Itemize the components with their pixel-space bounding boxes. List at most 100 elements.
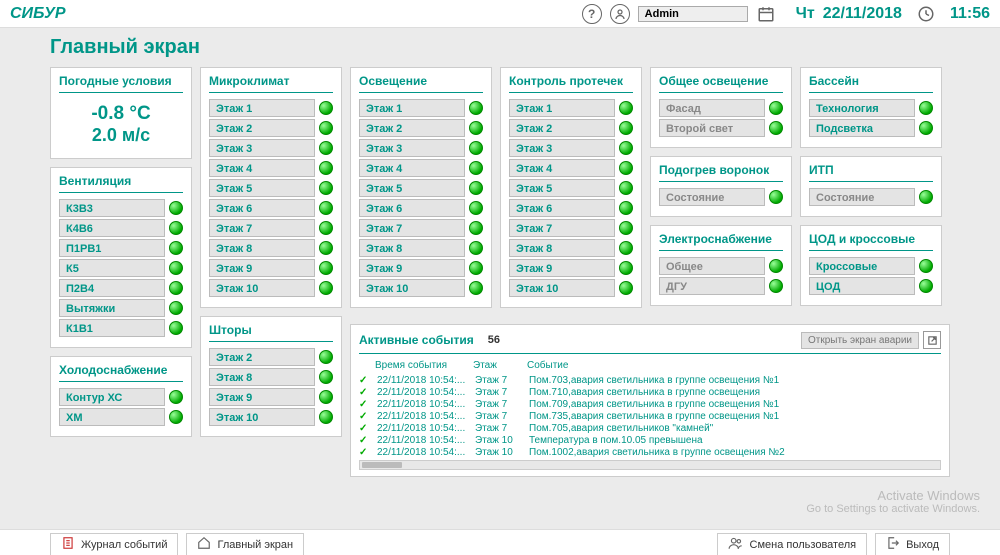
item-button[interactable]: Подсветка <box>809 119 915 137</box>
item-button[interactable]: Этаж 7 <box>509 219 615 237</box>
item-button[interactable]: Этаж 9 <box>509 259 615 277</box>
item-button[interactable]: Этаж 4 <box>509 159 615 177</box>
leak-panel: Контроль протечек Этаж 1Этаж 2Этаж 3Этаж… <box>500 67 642 308</box>
status-dot-icon <box>469 101 483 115</box>
list-item: Этаж 7 <box>359 219 483 237</box>
list-item: Этаж 10 <box>209 408 333 426</box>
item-button[interactable]: Фасад <box>659 99 765 117</box>
item-button[interactable]: Этаж 6 <box>209 199 315 217</box>
event-floor: Этаж 7 <box>475 399 521 410</box>
item-button[interactable]: Этаж 2 <box>359 119 465 137</box>
item-button[interactable]: Этаж 2 <box>509 119 615 137</box>
item-button[interactable]: Этаж 9 <box>209 259 315 277</box>
status-dot-icon <box>469 241 483 255</box>
weather-temp: -0.8 °C <box>59 103 183 125</box>
event-row[interactable]: ✓22/11/2018 10:54:...Этаж 7Пом.703,авари… <box>359 374 941 386</box>
status-dot-icon <box>619 141 633 155</box>
item-button[interactable]: Этаж 4 <box>209 159 315 177</box>
item-button[interactable]: Вытяжки <box>59 299 165 317</box>
status-dot-icon <box>319 370 333 384</box>
item-button[interactable]: Этаж 3 <box>509 139 615 157</box>
events-panel: Активные события 56 Открыть экран аварии… <box>350 324 950 477</box>
item-button[interactable]: Этаж 6 <box>509 199 615 217</box>
item-button[interactable]: Этаж 7 <box>359 219 465 237</box>
tab-change-user[interactable]: Смена пользователя <box>717 533 868 555</box>
item-button[interactable]: Этаж 5 <box>359 179 465 197</box>
item-button[interactable]: Контур ХС <box>59 388 165 406</box>
event-row[interactable]: ✓22/11/2018 10:54:...Этаж 7Пом.735,авари… <box>359 410 941 422</box>
events-columns: Время события Этаж Событие <box>359 358 941 374</box>
item-button[interactable]: Этаж 10 <box>509 279 615 297</box>
tab-exit[interactable]: Выход <box>875 533 950 555</box>
status-dot-icon <box>469 181 483 195</box>
item-button[interactable]: ДГУ <box>659 277 765 295</box>
item-button[interactable]: Этаж 7 <box>209 219 315 237</box>
item-button[interactable]: Общее <box>659 257 765 275</box>
item-button[interactable]: Кроссовые <box>809 257 915 275</box>
item-button[interactable]: Этаж 2 <box>209 119 315 137</box>
event-row[interactable]: ✓22/11/2018 10:54:...Этаж 7Пом.710,авари… <box>359 386 941 398</box>
item-button[interactable]: Этаж 9 <box>359 259 465 277</box>
item-button[interactable]: Этаж 5 <box>209 179 315 197</box>
item-button[interactable]: Этаж 8 <box>359 239 465 257</box>
item-button[interactable]: Технология <box>809 99 915 117</box>
user-field[interactable] <box>638 6 748 22</box>
item-button[interactable]: Этаж 1 <box>209 99 315 117</box>
item-button[interactable]: Этаж 10 <box>209 279 315 297</box>
item-button[interactable]: Этаж 8 <box>209 368 315 386</box>
events-count: 56 <box>488 334 500 346</box>
help-icon[interactable]: ? <box>582 4 602 24</box>
event-row[interactable]: ✓22/11/2018 10:54:...Этаж 10Температура … <box>359 434 941 446</box>
item-button[interactable]: Этаж 3 <box>209 139 315 157</box>
item-button[interactable]: Этаж 1 <box>359 99 465 117</box>
item-button[interactable]: ХМ <box>59 408 165 426</box>
tab-main[interactable]: Главный экран <box>186 533 304 555</box>
item-button[interactable]: Второй свет <box>659 119 765 137</box>
item-button[interactable]: Этаж 1 <box>509 99 615 117</box>
event-msg: Пом.703,авария светильника в группе осве… <box>529 375 941 386</box>
item-button[interactable]: Этаж 8 <box>509 239 615 257</box>
event-row[interactable]: ✓22/11/2018 10:54:...Этаж 10Пом.1002,ава… <box>359 446 941 458</box>
item-button[interactable]: Этаж 5 <box>509 179 615 197</box>
item-button[interactable]: Этаж 2 <box>209 348 315 366</box>
item-button[interactable]: Этаж 8 <box>209 239 315 257</box>
list-item: Общее <box>659 257 783 275</box>
item-button[interactable]: Этаж 10 <box>359 279 465 297</box>
popout-icon[interactable] <box>923 331 941 349</box>
tab-journal[interactable]: Журнал событий <box>50 533 178 555</box>
item-button[interactable]: Этаж 4 <box>359 159 465 177</box>
item-button[interactable]: К3В3 <box>59 199 165 217</box>
item-button[interactable]: Этаж 3 <box>359 139 465 157</box>
event-floor: Этаж 7 <box>475 411 521 422</box>
event-row[interactable]: ✓22/11/2018 10:54:...Этаж 7Пом.705,авари… <box>359 422 941 434</box>
item-button[interactable]: Этаж 10 <box>209 408 315 426</box>
status-dot-icon <box>169 281 183 295</box>
list-item: Этаж 3 <box>359 139 483 157</box>
calendar-icon[interactable] <box>756 4 776 24</box>
list-item: Этаж 7 <box>509 219 633 237</box>
events-h-scrollbar[interactable] <box>359 460 941 470</box>
item-button[interactable]: К5 <box>59 259 165 277</box>
item-button[interactable]: К4В6 <box>59 219 165 237</box>
col-event: Событие <box>527 360 941 371</box>
item-button[interactable]: ЦОД <box>809 277 915 295</box>
item-button[interactable]: Состояние <box>659 188 765 206</box>
item-button[interactable]: К1В1 <box>59 319 165 337</box>
item-button[interactable]: Этаж 6 <box>359 199 465 217</box>
item-button[interactable]: П1РВ1 <box>59 239 165 257</box>
event-row[interactable]: ✓22/11/2018 10:54:...Этаж 7Пом.709,авари… <box>359 398 941 410</box>
tab-change-user-label: Смена пользователя <box>750 539 857 551</box>
events-body[interactable]: ✓22/11/2018 10:54:...Этаж 7Пом.703,авари… <box>359 374 941 458</box>
power-title: Электроснабжение <box>659 232 783 251</box>
user-icon[interactable] <box>610 4 630 24</box>
item-button[interactable]: Состояние <box>809 188 915 206</box>
list-item: Этаж 10 <box>209 279 333 297</box>
item-button[interactable]: П2В4 <box>59 279 165 297</box>
open-alarm-button[interactable]: Открыть экран аварии <box>801 332 919 349</box>
status-dot-icon <box>619 121 633 135</box>
cooling-title: Холодоснабжение <box>59 363 183 382</box>
list-item: Этаж 6 <box>359 199 483 217</box>
list-item: Второй свет <box>659 119 783 137</box>
item-button[interactable]: Этаж 9 <box>209 388 315 406</box>
event-time: 22/11/2018 10:54:... <box>377 375 467 386</box>
